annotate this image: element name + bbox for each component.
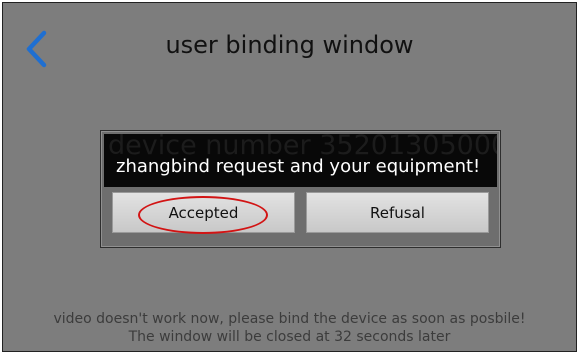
footer-notice: video doesn't work now, please bind the … xyxy=(3,310,576,346)
page-title: user binding window xyxy=(165,31,414,59)
footer-line-2: The window will be closed at 32 seconds … xyxy=(128,329,451,345)
dialog-message: zhangbind request and your equipment! xyxy=(116,156,481,177)
refuse-button[interactable]: Refusal xyxy=(306,192,489,233)
binding-dialog: device number 352013050009999 zhangbind … xyxy=(100,130,501,248)
dialog-header: device number 352013050009999 zhangbind … xyxy=(104,134,497,187)
footer-line-1: video doesn't work now, please bind the … xyxy=(53,311,526,327)
app-screen: user binding window device number 352013… xyxy=(2,2,577,352)
accept-button[interactable]: Accepted xyxy=(112,192,295,233)
